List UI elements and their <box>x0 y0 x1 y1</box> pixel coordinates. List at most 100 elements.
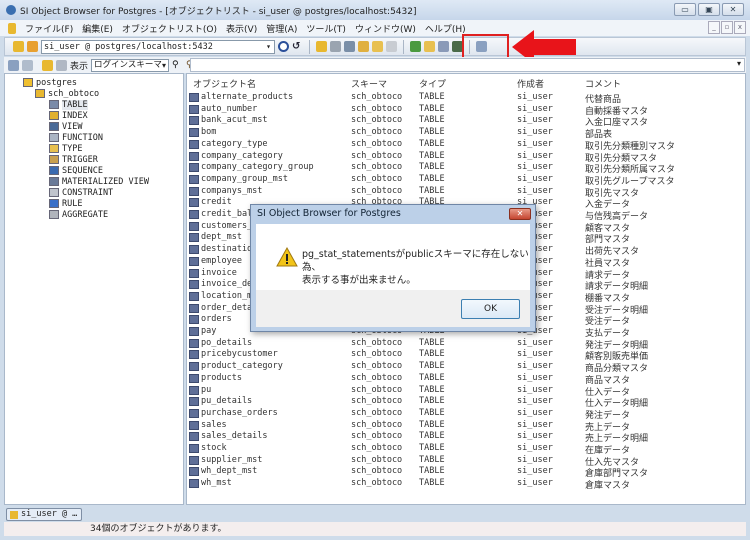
statistics-icon[interactable] <box>438 41 449 52</box>
cell-object-name: purchase_orders <box>201 407 278 418</box>
table-row[interactable]: sales_details sch_obtoco TABLE si_user 売上データ… <box>189 431 739 444</box>
tablespace-icon[interactable] <box>372 41 383 52</box>
ok-button[interactable]: OK <box>461 299 520 319</box>
table-row[interactable]: products sch_obtoco TABLE si_user 商品マスタ <box>189 373 739 386</box>
cell-owner: si_user <box>517 396 553 407</box>
table-row[interactable]: wh_mst sch_obtoco TABLE si_user 倉庫マスタ <box>189 478 739 491</box>
tree-type[interactable]: TYPE <box>49 143 82 154</box>
server-icon[interactable] <box>344 41 355 52</box>
table-row[interactable]: alternate_products sch_obtoco TABLE si_user… <box>189 92 739 105</box>
cell-schema: sch_obtoco <box>351 127 403 138</box>
table-row[interactable]: supplier_mst sch_obtoco TABLE si_user 仕入先マスタ <box>189 454 739 468</box>
tree-materialized-view[interactable]: MATERIALIZED VIEW <box>49 176 149 187</box>
tree-table[interactable]: TABLE <box>49 99 88 110</box>
filter-input[interactable] <box>190 58 745 72</box>
column-header-comment[interactable]: コメント <box>585 77 621 90</box>
mdi-close-button[interactable]: x <box>734 21 746 34</box>
table-row[interactable]: pu_details sch_obtoco TABLE si_user 仕入データ明細 <box>189 396 739 409</box>
table-row[interactable]: sales sch_obtoco TABLE si_user 売上データ <box>189 419 739 433</box>
table-row[interactable]: company_group_mst sch_obtoco TABLE si_user 取… <box>189 174 739 187</box>
export-icon[interactable] <box>410 41 421 52</box>
lock-icon[interactable] <box>358 41 369 52</box>
table-row[interactable]: bank_acut_mst sch_obtoco TABLE si_user 入金口座マ… <box>189 115 739 128</box>
disconnect-icon[interactable] <box>27 41 38 52</box>
cell-object-name: destinatio <box>201 244 253 255</box>
cell-type: TABLE <box>419 349 445 360</box>
tree-schema-sch-obtoco[interactable]: sch_obtoco <box>35 88 99 99</box>
binoculars-icon[interactable]: ⚲ <box>172 60 183 71</box>
cell-schema: sch_obtoco <box>351 361 403 372</box>
tree-view-icon[interactable] <box>8 59 19 71</box>
tree-view[interactable]: VIEW <box>49 121 82 132</box>
cell-object-name: credit_bal <box>201 209 253 219</box>
column-header-name[interactable]: オブジェクト名 <box>193 77 256 90</box>
refresh-circle-icon[interactable] <box>278 41 289 52</box>
column-header-type[interactable]: タイプ <box>419 77 446 90</box>
table-row[interactable]: category_type sch_obtoco TABLE si_user 取引先分類… <box>189 139 739 152</box>
cell-type: TABLE <box>419 454 445 465</box>
tree-aggregate[interactable]: AGGREGATE <box>49 209 108 220</box>
tree-index[interactable]: INDEX <box>49 110 88 121</box>
table-row[interactable]: stock sch_obtoco TABLE si_user 在庫データ <box>189 443 739 456</box>
mdi-restore-button[interactable]: ▫ <box>721 21 733 34</box>
cell-object-name: wh_dept_mst <box>201 466 258 477</box>
tree-trigger[interactable]: TRIGGER <box>49 154 98 165</box>
filter-icon[interactable] <box>56 59 67 71</box>
menu-help[interactable]: ヘルプ(H) <box>425 22 466 35</box>
undo-icon[interactable]: ↺ <box>292 41 303 52</box>
document-icon <box>8 22 16 34</box>
table-icon <box>189 233 199 243</box>
dialog-close-button[interactable]: ✕ <box>509 208 531 220</box>
menu-window[interactable]: ウィンドウ(W) <box>355 22 416 35</box>
schema-select[interactable]: ログインスキーマ <box>91 58 170 72</box>
table-row[interactable]: companys_mst sch_obtoco TABLE si_user 取引先マスタ <box>189 186 739 199</box>
database-icon[interactable] <box>330 41 341 52</box>
tree-label: SEQUENCE <box>62 165 103 176</box>
cell-schema: sch_obtoco <box>351 478 403 489</box>
connection-select[interactable]: si_user @ postgres/localhost:5432 <box>41 39 275 54</box>
table-icon <box>189 221 199 231</box>
table-row[interactable]: purchase_orders sch_obtoco TABLE si_user 発注デ… <box>189 407 739 421</box>
tree-function[interactable]: FUNCTION <box>49 132 103 143</box>
connect-icon[interactable] <box>13 41 24 52</box>
table-row[interactable]: company_category sch_obtoco TABLE si_user 取引… <box>189 151 739 164</box>
table-row[interactable]: company_category_group sch_obtoco TABLE si_… <box>189 162 739 175</box>
maximize-button[interactable]: ▣ <box>698 3 720 16</box>
table-icon <box>189 268 199 278</box>
table-icon <box>189 444 199 453</box>
table-row[interactable]: bom sch_obtoco TABLE si_user 部品表 <box>189 127 739 140</box>
table-icon <box>189 104 199 114</box>
minimize-button[interactable]: ▭ <box>674 3 696 16</box>
table-row[interactable]: product_category sch_obtoco TABLE si_user 商品… <box>189 361 739 374</box>
tree-constraint[interactable]: CONSTRAINT <box>49 187 113 198</box>
menu-view[interactable]: 表示(V) <box>226 22 257 35</box>
close-button[interactable]: ✕ <box>722 3 744 16</box>
column-header-schema[interactable]: スキーマ <box>351 77 387 90</box>
table-row[interactable]: wh_dept_mst sch_obtoco TABLE si_user 倉庫部門マスタ <box>189 466 739 479</box>
copy-icon[interactable] <box>386 41 397 52</box>
table-row[interactable]: auto_number sch_obtoco TABLE si_user 自動採番マスタ <box>189 104 739 117</box>
schema-icon[interactable] <box>42 59 53 71</box>
table-icon <box>189 174 199 184</box>
type-icon <box>49 144 59 153</box>
cell-object-name: pay <box>201 326 217 336</box>
report-icon[interactable] <box>424 41 435 52</box>
tree-database-postgres[interactable]: postgres <box>23 77 77 88</box>
menu-object-list[interactable]: オブジェクトリスト(O) <box>122 22 217 35</box>
table-row[interactable]: pu sch_obtoco TABLE si_user 仕入データ <box>189 385 739 398</box>
user-icon[interactable] <box>316 41 327 52</box>
window-tab[interactable]: si_user @ … <box>6 508 82 521</box>
tree-sequence[interactable]: SEQUENCE <box>49 165 103 176</box>
column-header-owner[interactable]: 作成者 <box>517 77 544 90</box>
menu-edit[interactable]: 編集(E) <box>82 22 113 35</box>
cell-owner: si_user <box>517 419 553 430</box>
table-row[interactable]: pricebycustomer sch_obtoco TABLE si_user 顧客別… <box>189 349 739 362</box>
menu-admin[interactable]: 管理(A) <box>266 22 297 35</box>
table-row[interactable]: po_details sch_obtoco TABLE si_user 発注データ明細 <box>189 338 739 351</box>
list-view-icon[interactable] <box>22 59 33 71</box>
menu-file[interactable]: ファイル(F) <box>25 22 73 35</box>
mdi-minimize-button[interactable]: _ <box>708 21 720 34</box>
tree-rule[interactable]: RULE <box>49 198 82 209</box>
cell-owner: si_user <box>517 466 553 477</box>
menu-tools[interactable]: ツール(T) <box>306 22 346 35</box>
